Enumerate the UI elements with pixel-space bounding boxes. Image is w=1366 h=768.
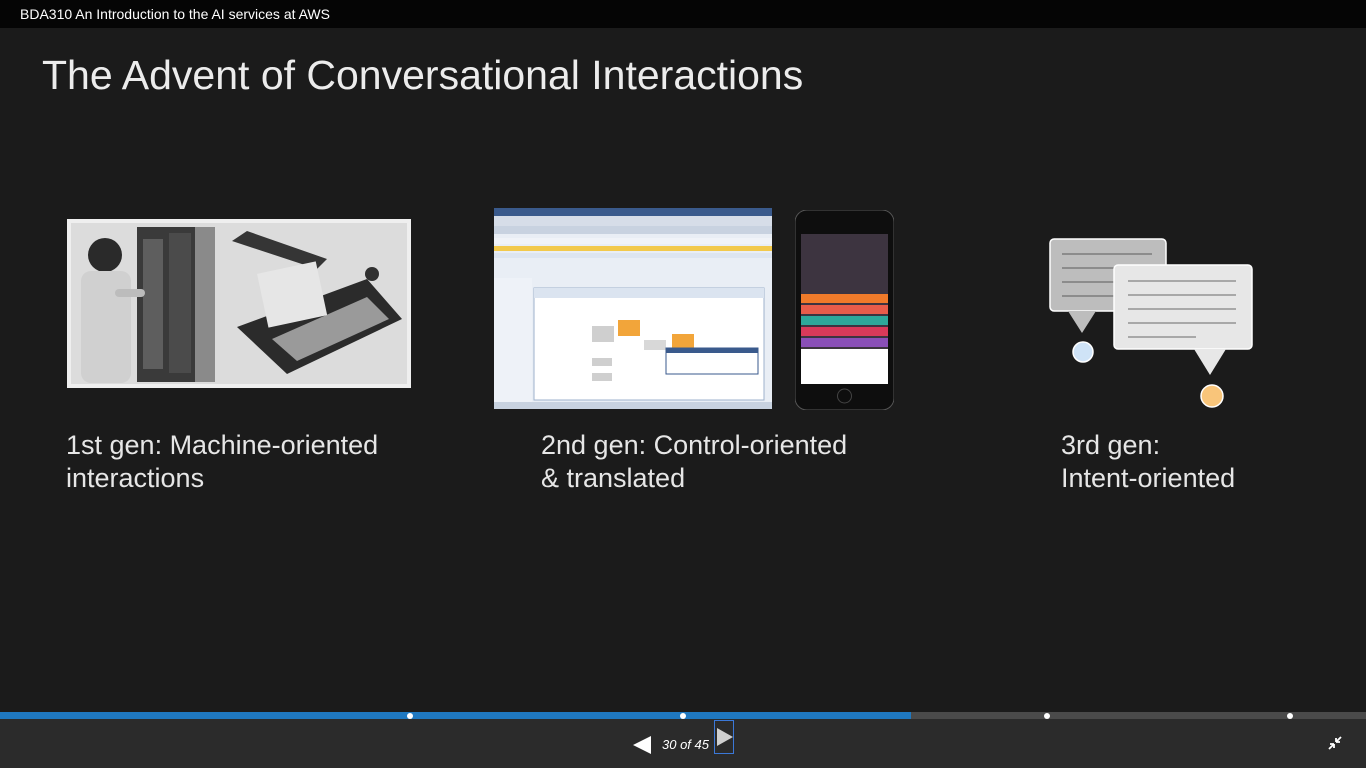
caption-line: 2nd gen: Control-oriented xyxy=(541,430,848,460)
progress-bar[interactable] xyxy=(0,712,1366,719)
next-triangle-icon xyxy=(717,728,733,746)
caption-line: & translated xyxy=(541,463,686,493)
exit-fullscreen-icon[interactable] xyxy=(1327,735,1343,751)
slide: The Advent of Conversational Interaction… xyxy=(0,28,1366,712)
previous-triangle-icon[interactable] xyxy=(633,736,651,754)
caption-line: 1st gen: Machine-oriented xyxy=(66,430,379,460)
chat-bubbles-icon xyxy=(1049,238,1253,408)
caption-line: 3rd gen: xyxy=(1061,430,1161,460)
window-title: BDA310 An Introduction to the AI service… xyxy=(20,6,330,22)
next-slide-button[interactable] xyxy=(714,720,734,754)
phone-screenshot xyxy=(795,210,894,410)
caption-line: interactions xyxy=(66,463,205,493)
slide-counter: 30 of 45 xyxy=(662,737,709,752)
vintage-computer-photo xyxy=(67,219,411,388)
caption-line: Intent-oriented xyxy=(1061,463,1236,493)
progress-fill xyxy=(0,712,912,719)
caption-2nd-gen: 2nd gen: Control-oriented & translated xyxy=(541,429,847,495)
title-bar: BDA310 An Introduction to the AI service… xyxy=(0,0,1366,28)
slide-title: The Advent of Conversational Interaction… xyxy=(42,52,804,98)
caption-1st-gen: 1st gen: Machine-oriented interactions xyxy=(66,429,378,495)
player-controls: 30 of 45 xyxy=(0,719,1366,768)
desktop-app-screenshot xyxy=(494,208,772,409)
caption-3rd-gen: 3rd gen: Intent-oriented xyxy=(1061,429,1235,495)
